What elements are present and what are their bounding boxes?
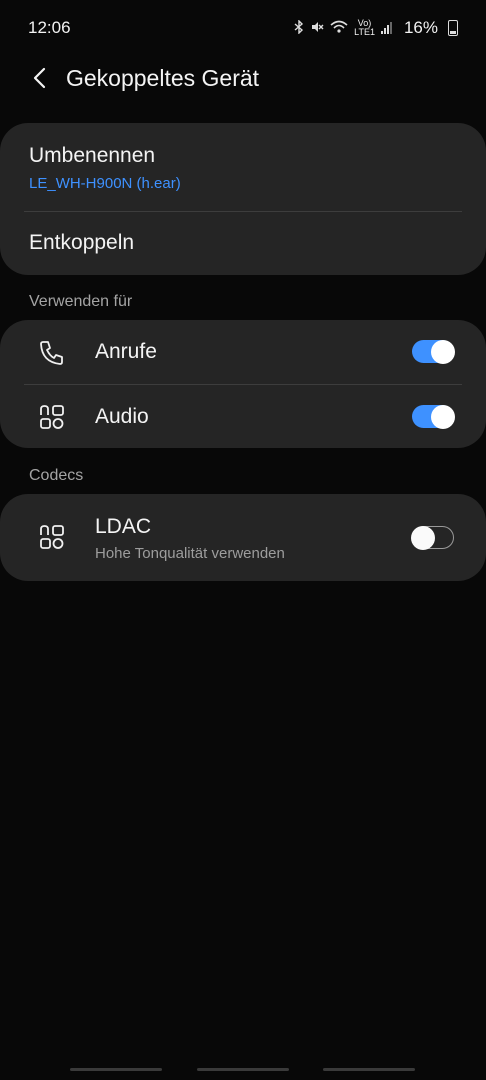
device-name: LE_WH-H900N (h.ear) <box>29 175 181 192</box>
audio-label: Audio <box>95 405 149 428</box>
rename-row[interactable]: Umbenennen LE_WH-H900N (h.ear) <box>0 123 486 211</box>
toggle-knob <box>431 339 455 364</box>
calls-label: Anrufe <box>95 340 157 363</box>
status-bar: 12:06 Vo) LTE1 16% <box>0 0 486 56</box>
app-bar: Gekoppeltes Gerät <box>0 56 486 100</box>
page-title: Gekoppeltes Gerät <box>66 64 260 91</box>
ldac-row[interactable]: LDAC Hohe Tonqualität verwenden <box>0 494 486 581</box>
section-header-use-for: Verwenden für <box>29 293 133 310</box>
nav-recents-handle[interactable] <box>70 1068 162 1071</box>
navigation-bar <box>0 1066 486 1080</box>
audio-toggle[interactable] <box>412 404 455 429</box>
calls-toggle[interactable] <box>412 339 455 364</box>
wifi-icon <box>330 20 348 36</box>
lte-indicator: Vo) LTE1 <box>354 18 375 37</box>
ldac-toggle[interactable] <box>411 525 454 550</box>
back-arrow-icon <box>33 67 46 89</box>
lte-label: LTE1 <box>354 27 375 37</box>
toggle-knob <box>431 404 455 429</box>
unpair-row[interactable]: Entkoppeln <box>0 212 486 275</box>
status-time: 12:06 <box>28 18 71 37</box>
toggle-knob <box>411 525 435 550</box>
status-icons: Vo) LTE1 16% <box>294 18 458 38</box>
codecs-card: LDAC Hohe Tonqualität verwenden <box>0 494 486 581</box>
phone-icon <box>40 341 63 365</box>
device-card: Umbenennen LE_WH-H900N (h.ear) Entkoppel… <box>0 123 486 275</box>
codec-icon <box>40 525 64 549</box>
bluetooth-icon <box>294 19 304 36</box>
section-header-codecs: Codecs <box>29 467 84 484</box>
use-for-card: Anrufe Audio <box>0 320 486 448</box>
signal-icon <box>380 22 392 34</box>
nav-home-handle[interactable] <box>197 1068 289 1071</box>
battery-percent: 16% <box>403 18 438 37</box>
calls-row[interactable]: Anrufe <box>0 320 486 384</box>
ldac-label: LDAC <box>95 515 152 538</box>
ldac-sublabel: Hohe Tonqualität verwenden <box>95 545 285 562</box>
back-button[interactable] <box>20 58 60 98</box>
unpair-label: Entkoppeln <box>29 231 135 254</box>
audio-row[interactable]: Audio <box>0 385 486 448</box>
mute-icon <box>310 20 324 36</box>
audio-apps-icon <box>40 405 64 429</box>
battery-icon <box>448 20 458 36</box>
rename-label: Umbenennen <box>29 144 156 167</box>
nav-back-handle[interactable] <box>323 1068 415 1071</box>
